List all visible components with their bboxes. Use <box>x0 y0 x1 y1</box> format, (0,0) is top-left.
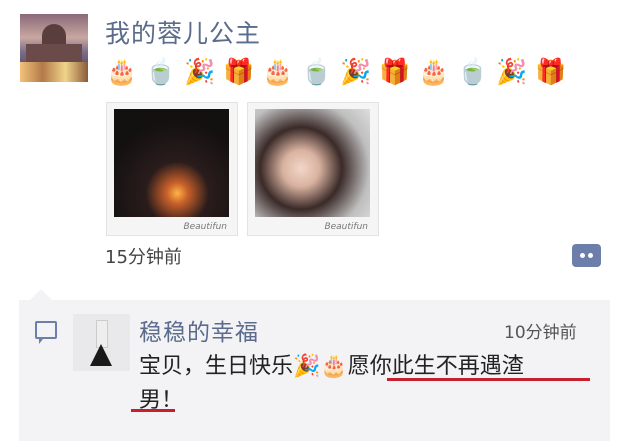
author-avatar[interactable] <box>20 14 88 82</box>
comment-text-line1: 宝贝，生日快乐🎉🎂愿你此生不再遇渣 <box>139 354 524 379</box>
cake-icon: 🎂 <box>418 57 450 86</box>
photo-signature: Beautifun <box>324 222 368 232</box>
comment-timestamp: 10分钟前 <box>504 323 577 343</box>
avatar-dome-shape <box>42 24 66 46</box>
dot-icon <box>580 253 585 258</box>
post-photo-1[interactable]: Beautifun <box>106 102 238 236</box>
emoji-row: 🎂 🍵 🎉 🎁 🎂 🍵 🎉 🎁 🎂 🍵 🎉 🎁 <box>106 56 566 90</box>
commenter-avatar[interactable] <box>73 314 130 371</box>
party-popper-icon: 🎉 <box>496 57 528 86</box>
highlight-underline <box>387 378 590 381</box>
avatar-lights-shape <box>20 62 88 82</box>
post-timestamp: 15分钟前 <box>105 247 182 268</box>
party-popper-icon: 🎉 <box>340 57 372 86</box>
more-actions-button[interactable] <box>572 244 601 267</box>
gift-icon: 🎁 <box>379 57 411 86</box>
tea-icon: 🍵 <box>145 57 177 86</box>
avatar-building-shape <box>26 44 82 62</box>
gift-icon: 🎁 <box>535 57 567 86</box>
tea-icon: 🍵 <box>301 57 333 86</box>
cake-icon: 🎂 <box>106 57 138 86</box>
photo-signature: Beautifun <box>183 222 227 232</box>
tea-icon: 🍵 <box>457 57 489 86</box>
dot-icon <box>588 253 593 258</box>
commenter-name[interactable]: 稳稳的幸福 <box>139 313 259 347</box>
highlight-underline <box>131 409 175 412</box>
comment-area-caret <box>30 289 52 300</box>
photo-image <box>255 109 370 217</box>
photo-image <box>114 109 229 217</box>
comment-icon <box>35 321 57 344</box>
post-photo-2[interactable]: Beautifun <box>247 102 379 236</box>
avatar-skirt-shape <box>90 344 112 366</box>
post-author-name[interactable]: 我的蓉儿公主 <box>105 14 261 50</box>
cake-icon: 🎂 <box>262 57 294 86</box>
gift-icon: 🎁 <box>223 57 255 86</box>
party-popper-icon: 🎉 <box>184 57 216 86</box>
